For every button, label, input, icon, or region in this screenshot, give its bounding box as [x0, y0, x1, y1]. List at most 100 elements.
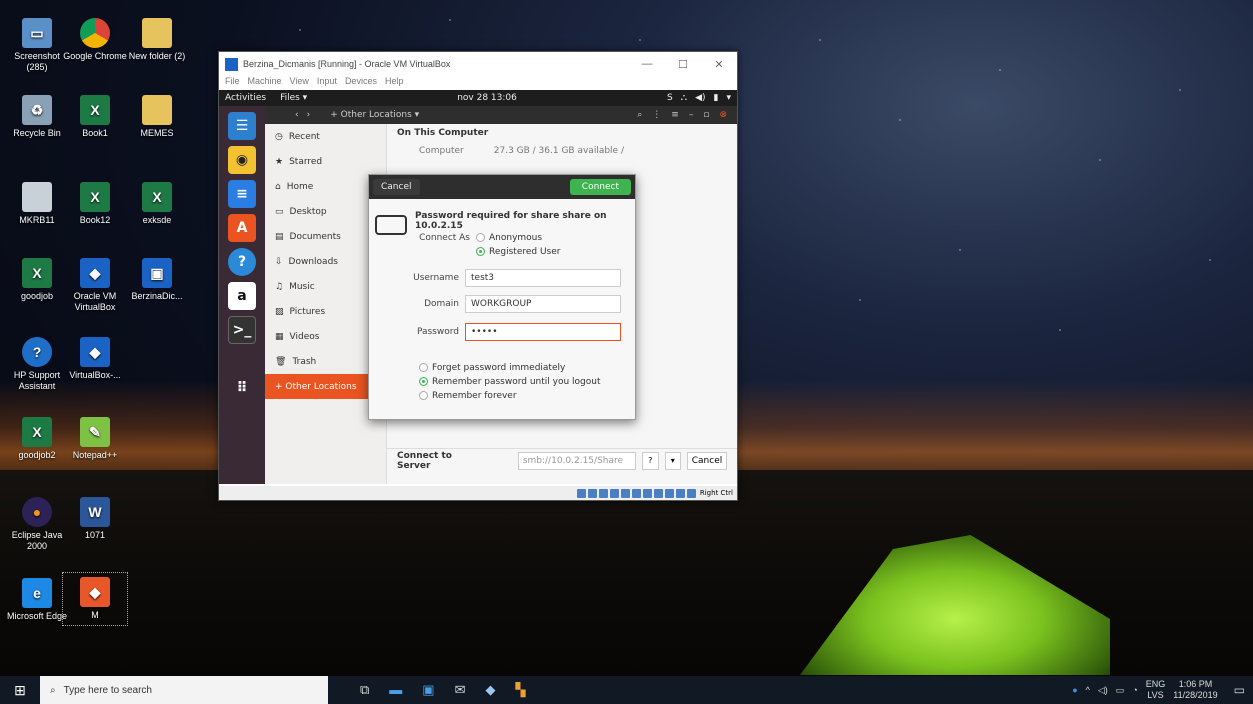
maximize-button[interactable]: ☐ [665, 58, 701, 71]
sidebar-item-label: Videos [289, 331, 320, 342]
hdd-icon[interactable] [576, 488, 586, 498]
domain-input[interactable]: WORKGROUP [465, 295, 621, 313]
desktop-icon-chrome[interactable]: Google Chrome [62, 18, 128, 62]
usb-icon[interactable] [620, 488, 630, 498]
desktop-icon-exksde[interactable]: Xexksde [124, 182, 190, 226]
activities-button[interactable]: Activities [225, 93, 266, 103]
taskbar-search[interactable]: ⌕ Type here to search [40, 676, 328, 704]
desktop-icon-berzinadic[interactable]: ▣ BerzinaDic... [124, 258, 190, 302]
clock[interactable]: nov 28 13:06 [457, 93, 517, 103]
menu-input[interactable]: Input [317, 76, 337, 90]
desktop-icon-new-folder[interactable]: New folder (2) [124, 18, 190, 62]
battery-icon[interactable]: ▭ [1116, 685, 1125, 696]
desktop-icon-hp-support[interactable]: ? HP Support Assistant [4, 337, 70, 392]
files-icon[interactable]: ☰ [228, 112, 256, 140]
chevron-down-icon[interactable]: ▾ [664, 451, 681, 470]
maximize-icon[interactable]: ▫ [703, 110, 709, 120]
desktop-icon-edge[interactable]: e Microsoft Edge [4, 578, 70, 622]
desktop-icon-book12[interactable]: X Book12 [62, 182, 128, 226]
optical-icon[interactable] [587, 488, 597, 498]
desktop-icon-eclipse[interactable]: ● Eclipse Java 2000 [4, 497, 70, 552]
desktop-icon-goodjob[interactable]: Xgoodjob [4, 258, 70, 302]
mail-icon[interactable]: ✉ [455, 682, 466, 698]
file-explorer-icon[interactable]: ▬ [389, 682, 402, 698]
forward-icon[interactable]: › [307, 110, 311, 120]
notepad-icon: ✎ [80, 417, 110, 447]
sidebar-item-starred[interactable]: ★ Starred [265, 149, 386, 174]
show-apps-icon[interactable]: ⠿ [228, 374, 256, 402]
desktop-icon-virtualbox[interactable]: ◆ Oracle VM VirtualBox [62, 258, 128, 313]
menu-machine[interactable]: Machine [248, 76, 282, 90]
language-indicator[interactable]: ENG LVS [1146, 679, 1166, 701]
software-icon[interactable]: A [228, 214, 256, 242]
audio-icon[interactable] [598, 488, 608, 498]
remember-forever-radio[interactable]: Remember forever [419, 391, 517, 401]
help-icon[interactable]: ? [642, 451, 659, 470]
help-icon[interactable]: ● [1072, 685, 1077, 695]
anonymous-radio[interactable]: Anonymous [476, 233, 542, 243]
username-input[interactable]: test3 [465, 269, 621, 287]
windows-start-icon[interactable]: ⊞ [0, 682, 40, 699]
wifi-icon[interactable]: ◔ [1132, 685, 1137, 695]
amazon-icon[interactable]: a [228, 282, 256, 310]
menu-icon[interactable]: ≡ [671, 110, 679, 120]
mouse-icon[interactable] [675, 488, 685, 498]
network-icon[interactable] [609, 488, 619, 498]
desktop-icon-goodjob2[interactable]: Xgoodjob2 [4, 417, 70, 461]
close-button[interactable]: ✕ [701, 58, 737, 71]
system-tray[interactable]: S ⛬ ◀) ▮ ▾ [667, 93, 731, 103]
app-menu[interactable]: Files ▾ [280, 93, 307, 103]
window-titlebar[interactable]: Berzina_Dicmanis [Running] - Oracle VM V… [219, 52, 737, 76]
store-icon[interactable]: ▣ [422, 682, 434, 698]
cancel-button[interactable]: Cancel [373, 179, 420, 195]
desktop-icon-book1[interactable]: X Book1 [62, 95, 128, 139]
desktop-icon-recycle-bin[interactable]: ♻ Recycle Bin [4, 95, 70, 139]
menu-help[interactable]: Help [385, 76, 404, 90]
sidebar-item-recent[interactable]: ◷ Recent [265, 124, 386, 149]
forget-password-radio[interactable]: Forget password immediately [419, 363, 565, 373]
vm-taskbar-icon[interactable]: ▚ [516, 682, 526, 698]
shared-folder-icon[interactable] [631, 488, 641, 498]
cancel-button[interactable]: Cancel [687, 451, 727, 470]
recording-icon[interactable] [653, 488, 663, 498]
menu-devices[interactable]: Devices [345, 76, 377, 90]
view-options-icon[interactable]: ⋮ [652, 110, 661, 120]
notification-icon[interactable]: ▭ [1234, 683, 1245, 697]
computer-row[interactable]: Computer 27.3 GB / 36.1 GB available / [387, 142, 737, 156]
menu-view[interactable]: View [290, 76, 309, 90]
desktop-icon-1071[interactable]: W 1071 [62, 497, 128, 541]
close-icon[interactable]: ⊗ [719, 110, 727, 120]
remember-logout-row: Remember password until you logout [369, 377, 637, 387]
registered-user-radio[interactable]: Registered User [476, 247, 560, 257]
volume-icon[interactable]: ◁) [1098, 685, 1108, 696]
writer-icon[interactable]: ≡ [228, 180, 256, 208]
desktop-icon-notepadpp[interactable]: ✎ Notepad++ [62, 417, 128, 461]
location-bar[interactable]: + Other Locations ▾ [330, 110, 419, 120]
minimize-button[interactable]: — [629, 58, 665, 71]
password-input[interactable]: ••••• [465, 323, 621, 341]
rhythmbox-icon[interactable]: ◉ [228, 146, 256, 174]
remember-until-logout-radio[interactable]: Remember password until you logout [419, 377, 601, 387]
back-icon[interactable]: ‹ [295, 110, 299, 120]
desktop-icon-mkrb11[interactable]: MKRB11 [4, 182, 70, 226]
minimize-icon[interactable]: – [689, 110, 694, 120]
keyboard-icon[interactable] [686, 488, 696, 498]
desktop-icon-virtualbox-installer[interactable]: ◆ VirtualBox-... [62, 337, 128, 381]
cpu-icon[interactable] [664, 488, 674, 498]
search-icon[interactable]: ⌕ [637, 110, 642, 120]
virtualbox-taskbar-icon[interactable]: ◆ [486, 682, 496, 698]
server-address-input[interactable]: smb://10.0.2.15/Share [517, 451, 637, 470]
terminal-icon[interactable]: >_ [228, 316, 256, 344]
display-icon[interactable] [642, 488, 652, 498]
cube-icon: ◆ [80, 577, 110, 607]
help-icon[interactable]: ? [228, 248, 256, 276]
task-view-icon[interactable]: ⧉ [360, 682, 369, 698]
connect-button[interactable]: Connect [569, 179, 631, 195]
desktop-icon-screenshot[interactable]: ▭ Screenshot (285) [4, 18, 70, 73]
menu-file[interactable]: File [225, 76, 240, 90]
chevron-up-icon[interactable]: ^ [1086, 685, 1090, 695]
clock[interactable]: 1:06 PM 11/28/2019 [1173, 679, 1217, 701]
dock: ☰ ◉ ≡ A ? a >_ ⠿ [219, 106, 265, 484]
desktop-icon-memes[interactable]: MEMES [124, 95, 190, 139]
desktop-icon-m[interactable]: ◆ M [62, 572, 128, 626]
